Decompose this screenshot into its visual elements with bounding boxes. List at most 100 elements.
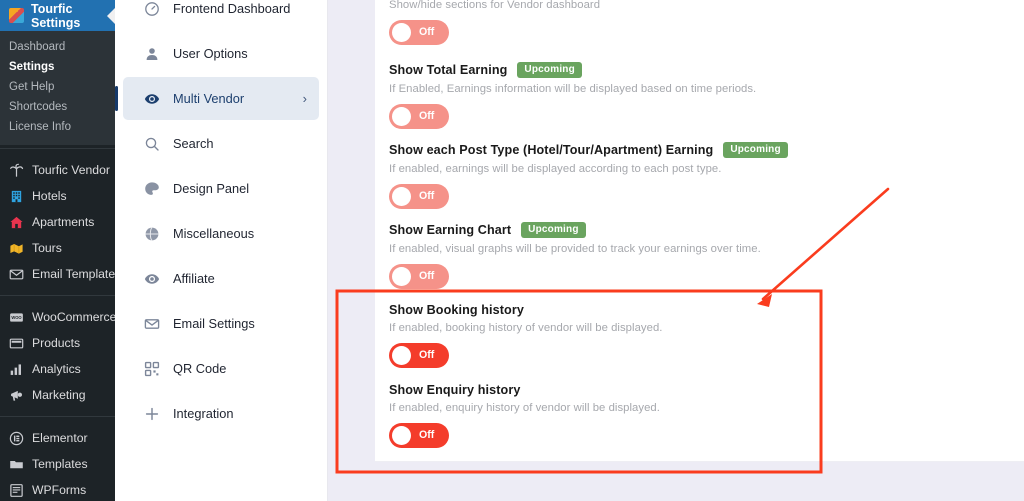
- sidebar-subitem-settings[interactable]: Settings: [0, 57, 115, 77]
- setting-title: Show Enquiry history: [389, 383, 521, 397]
- sidebar-header-label: Tourfic Settings: [31, 1, 81, 30]
- nav-item-integration[interactable]: Integration: [123, 392, 319, 435]
- toggle-show-enquiry-history[interactable]: Off: [389, 423, 449, 448]
- setting-title: Show Total Earning: [389, 62, 508, 77]
- setting-show-post-type-earning: Show each Post Type (Hotel/Tour/Apartmen…: [389, 142, 1024, 209]
- sidebar-item-label: Hotels: [32, 189, 67, 203]
- sidebar-item-tourfic-vendor[interactable]: Tourfic Vendor: [0, 157, 115, 183]
- toggle-show-booking-history[interactable]: Off: [389, 343, 449, 368]
- nav-item-frontend-dashboard[interactable]: Frontend Dashboard: [123, 0, 319, 30]
- nav-item-multi-vendor[interactable]: Multi Vendor ›: [115, 77, 319, 120]
- nav-item-label: Multi Vendor: [173, 91, 245, 106]
- setting-show-booking-history: Show Booking history If enabled, booking…: [389, 303, 1024, 368]
- toggle-knob: [392, 23, 411, 42]
- nav-item-design-panel[interactable]: Design Panel: [123, 167, 319, 210]
- setting-show-enquiry-history: Show Enquiry history If enabled, enquiry…: [389, 383, 1024, 448]
- svg-text:WOO: WOO: [11, 314, 22, 319]
- toggle-knob: [392, 186, 411, 206]
- sidebar-pointer-arrow-icon: [107, 7, 115, 24]
- sidebar-subitem-license-info[interactable]: License Info: [0, 117, 115, 137]
- sidebar-item-hotels[interactable]: Hotels: [0, 183, 115, 209]
- toggle-show-post-type-earning[interactable]: Off: [389, 183, 449, 209]
- sidebar-item-label: Tourfic Vendor: [32, 163, 110, 177]
- nav-item-label: Miscellaneous: [173, 226, 255, 241]
- sidebar-item-label: Apartments: [32, 215, 95, 229]
- sidebar-header-tourfic-settings[interactable]: Tourfic Settings: [0, 0, 115, 31]
- nav-item-qr-code[interactable]: QR Code: [123, 347, 319, 390]
- woocommerce-icon: WOO: [10, 312, 23, 322]
- sidebar-item-label: Templates: [32, 457, 88, 471]
- settings-card: Show/hide sections for Vendor dashboard …: [375, 0, 1024, 462]
- status-badge: Upcoming: [521, 222, 586, 238]
- sidebar-item-wpforms[interactable]: WPForms: [0, 477, 115, 501]
- sidebar-subitem-get-help[interactable]: Get Help: [0, 77, 115, 97]
- sidebar-item-label: Tours: [32, 241, 62, 255]
- palette-icon: [145, 181, 159, 195]
- toggle-label: Off: [419, 26, 435, 39]
- nav-item-miscellaneous[interactable]: Miscellaneous: [123, 212, 319, 255]
- nav-item-label: Search: [173, 136, 214, 151]
- toggle-label: Off: [419, 269, 435, 282]
- setting-title: Show each Post Type (Hotel/Tour/Apartmen…: [389, 142, 714, 157]
- globe-icon: [145, 226, 159, 241]
- nav-item-affiliate[interactable]: Affiliate: [123, 257, 319, 300]
- sidebar-item-label: Elementor: [32, 431, 88, 445]
- setting-vendor-dashboard-sections: Show/hide sections for Vendor dashboard …: [389, 0, 1024, 45]
- setting-description: If enabled, booking history of vendor wi…: [389, 322, 663, 334]
- bar-chart-icon: [10, 363, 21, 375]
- admin-screen: Tourfic Settings Dashboard Settings Get …: [0, 0, 1024, 501]
- toggle-show-earning-chart[interactable]: Off: [389, 263, 449, 289]
- nav-item-label: Integration: [173, 406, 234, 421]
- setting-description: If enabled, visual graphs will be provid…: [389, 242, 761, 255]
- megaphone-icon: [11, 390, 23, 401]
- setting-title-row: Show Earning Chart Upcoming: [389, 222, 1024, 238]
- qr-code-icon: [144, 361, 160, 376]
- setting-title-row: Show Booking history: [389, 303, 1024, 317]
- sidebar-item-label: Products: [32, 336, 81, 350]
- sidebar-item-marketing[interactable]: Marketing: [0, 382, 115, 408]
- status-badge: Upcoming: [517, 62, 582, 78]
- tourfic-logo-icon: [9, 8, 24, 23]
- nav-item-email-settings[interactable]: Email Settings: [123, 302, 319, 345]
- nav-item-label: Email Settings: [173, 316, 255, 331]
- sidebar-item-elementor[interactable]: Elementor: [0, 425, 115, 451]
- sidebar-group-woocommerce: WOO WooCommerce Products Analytics Marke…: [0, 299, 116, 413]
- sidebar-item-label: Email Templates: [32, 267, 122, 281]
- setting-description: If Enabled, Earnings information will be…: [389, 82, 757, 95]
- toggle-label: Off: [419, 429, 435, 442]
- map-fold-icon: [10, 243, 23, 254]
- toggle-knob: [392, 346, 411, 365]
- toggle-knob: [392, 426, 411, 445]
- sidebar-item-apartments[interactable]: Apartments: [0, 209, 115, 235]
- sidebar-subitem-dashboard[interactable]: Dashboard: [0, 37, 115, 57]
- palm-tree-icon: [10, 163, 24, 177]
- status-badge: Upcoming: [723, 142, 788, 158]
- toggle-show-total-earning[interactable]: Off: [389, 103, 449, 129]
- sidebar-item-woocommerce[interactable]: WOO WooCommerce: [0, 304, 116, 330]
- nav-item-search[interactable]: Search: [123, 122, 319, 165]
- sidebar-item-email-templates[interactable]: Email Templates: [0, 261, 121, 287]
- setting-description: If enabled, enquiry history of vendor wi…: [389, 402, 660, 414]
- setting-description: Show/hide sections for Vendor dashboard: [389, 0, 601, 11]
- sidebar-item-analytics[interactable]: Analytics: [0, 356, 115, 382]
- chevron-right-icon: ›: [302, 91, 307, 106]
- sidebar-divider: [0, 416, 115, 417]
- sidebar-item-templates[interactable]: Templates: [0, 451, 115, 477]
- sidebar-item-label: Marketing: [32, 388, 86, 402]
- sidebar-divider: [0, 148, 115, 149]
- sidebar-item-tours[interactable]: Tours: [0, 235, 115, 261]
- nav-item-user-options[interactable]: User Options: [123, 32, 319, 75]
- sidebar-item-products[interactable]: Products: [0, 330, 115, 356]
- main-content-area: Show/hide sections for Vendor dashboard …: [328, 0, 1024, 501]
- toggle-label: Off: [419, 349, 435, 362]
- search-icon: [145, 137, 159, 151]
- affiliate-eye-icon: [144, 273, 160, 284]
- toggle-vendor-dashboard-sections[interactable]: Off: [389, 20, 449, 45]
- content-left-gutter: [328, 0, 340, 501]
- sidebar-subitem-shortcodes[interactable]: Shortcodes: [0, 97, 115, 117]
- speedometer-icon: [145, 1, 159, 16]
- sidebar-item-label: Analytics: [32, 362, 81, 376]
- nav-item-label: Affiliate: [173, 271, 215, 286]
- elementor-icon: [9, 431, 24, 445]
- products-icon: [9, 338, 24, 348]
